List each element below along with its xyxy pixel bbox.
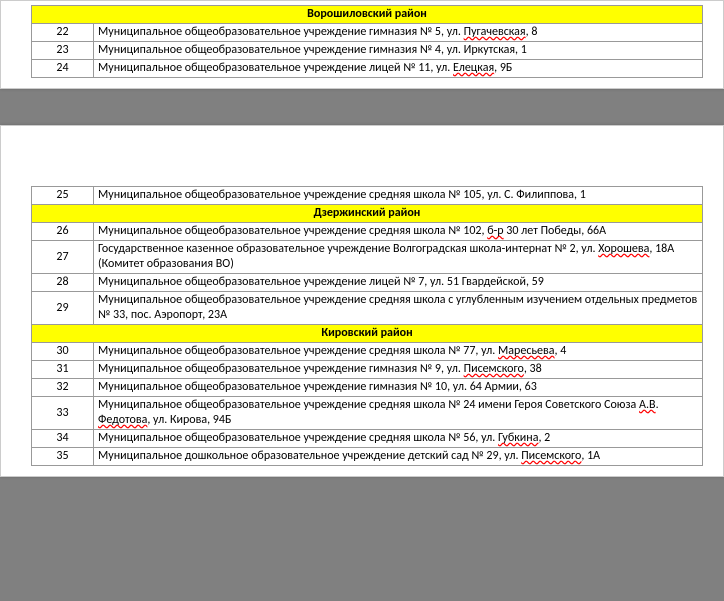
table-row: 27 Государственное казенное образователь… bbox=[32, 241, 703, 274]
row-num: 27 bbox=[32, 241, 94, 274]
table-row: 35 Муниципальное дошкольное образователь… bbox=[32, 448, 703, 466]
table-row: 29 Муниципальное общеобразовательное учр… bbox=[32, 292, 703, 325]
section-title: Ворошиловский район bbox=[32, 6, 703, 24]
section-title: Дзержинский район bbox=[32, 205, 703, 223]
table-row: 23 Муниципальное общеобразовательное учр… bbox=[32, 42, 703, 60]
section-header-voroshilovsky: Ворошиловский район bbox=[32, 6, 703, 24]
table-row: 30 Муниципальное общеобразовательное учр… bbox=[32, 343, 703, 361]
row-num: 28 bbox=[32, 274, 94, 292]
page-bottom: 25 Муниципальное общеобразовательное учр… bbox=[0, 125, 724, 477]
row-num: 33 bbox=[32, 397, 94, 430]
row-num: 22 bbox=[32, 24, 94, 42]
row-text: Муниципальное общеобразовательное учрежд… bbox=[94, 187, 703, 205]
row-num: 30 bbox=[32, 343, 94, 361]
row-num: 34 bbox=[32, 430, 94, 448]
table-row: 26 Муниципальное общеобразовательное учр… bbox=[32, 223, 703, 241]
table-row: 33 Муниципальное общеобразовательное учр… bbox=[32, 397, 703, 430]
row-text: Муниципальное общеобразовательное учрежд… bbox=[94, 361, 703, 379]
section-header-kirovsky: Кировский район bbox=[32, 325, 703, 343]
row-num: 25 bbox=[32, 187, 94, 205]
row-num: 23 bbox=[32, 42, 94, 60]
row-text: Муниципальное общеобразовательное учрежд… bbox=[94, 42, 703, 60]
table-row: 34 Муниципальное общеобразовательное учр… bbox=[32, 430, 703, 448]
table-row: 24 Муниципальное общеобразовательное учр… bbox=[32, 60, 703, 78]
section-title: Кировский район bbox=[32, 325, 703, 343]
row-text: Муниципальное общеобразовательное учрежд… bbox=[94, 274, 703, 292]
table-row: 28 Муниципальное общеобразовательное учр… bbox=[32, 274, 703, 292]
row-num: 26 bbox=[32, 223, 94, 241]
row-text: Муниципальное общеобразовательное учрежд… bbox=[94, 60, 703, 78]
table-row: 25 Муниципальное общеобразовательное учр… bbox=[32, 187, 703, 205]
row-text: Муниципальное общеобразовательное учрежд… bbox=[94, 343, 703, 361]
page-gap bbox=[0, 107, 724, 125]
row-num: 29 bbox=[32, 292, 94, 325]
row-num: 31 bbox=[32, 361, 94, 379]
row-text: Муниципальное дошкольное образовательное… bbox=[94, 448, 703, 466]
row-text: Муниципальное общеобразовательное учрежд… bbox=[94, 24, 703, 42]
row-text: Муниципальное общеобразовательное учрежд… bbox=[94, 397, 703, 430]
row-num: 32 bbox=[32, 379, 94, 397]
section-header-dzerzhinsky: Дзержинский район bbox=[32, 205, 703, 223]
table-bottom: 25 Муниципальное общеобразовательное учр… bbox=[31, 186, 703, 466]
row-text: Муниципальное общеобразовательное учрежд… bbox=[94, 292, 703, 325]
table-row: 31 Муниципальное общеобразовательное учр… bbox=[32, 361, 703, 379]
page-top: Ворошиловский район 22 Муниципальное общ… bbox=[0, 0, 724, 89]
row-num: 24 bbox=[32, 60, 94, 78]
table-row: 32 Муниципальное общеобразовательное учр… bbox=[32, 379, 703, 397]
row-text: Муниципальное общеобразовательное учрежд… bbox=[94, 379, 703, 397]
row-text: Государственное казенное образовательное… bbox=[94, 241, 703, 274]
row-text: Муниципальное общеобразовательное учрежд… bbox=[94, 223, 703, 241]
table-row: 22 Муниципальное общеобразовательное учр… bbox=[32, 24, 703, 42]
table-top: Ворошиловский район 22 Муниципальное общ… bbox=[31, 5, 703, 78]
row-text: Муниципальное общеобразовательное учрежд… bbox=[94, 430, 703, 448]
row-num: 35 bbox=[32, 448, 94, 466]
